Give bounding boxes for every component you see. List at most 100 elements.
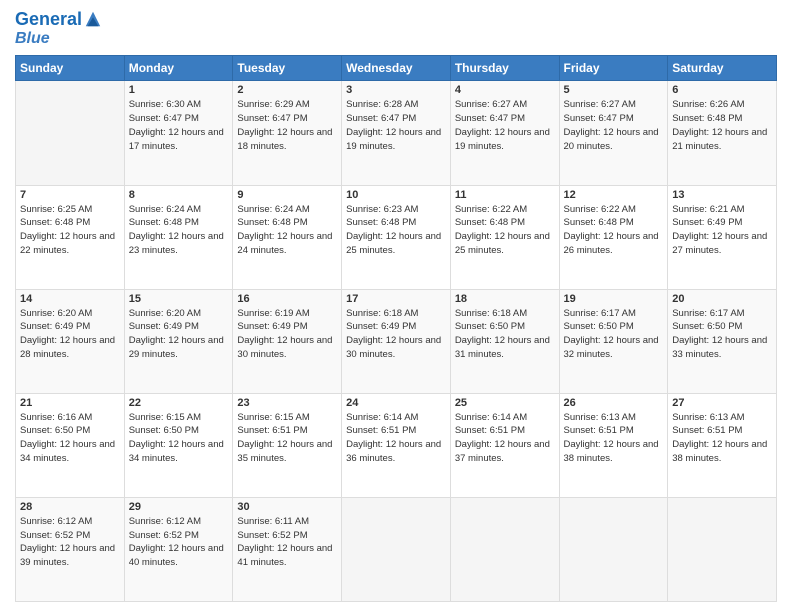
day-info: Sunrise: 6:17 AM Sunset: 6:50 PM Dayligh… [564, 307, 664, 362]
day-info: Sunrise: 6:16 AM Sunset: 6:50 PM Dayligh… [20, 411, 120, 466]
daylight-text: Daylight: 12 hours and 39 minutes. [20, 543, 115, 568]
sunrise-text: Sunrise: 6:20 AM [129, 308, 201, 319]
sunset-text: Sunset: 6:50 PM [455, 321, 525, 332]
calendar-cell: 30 Sunrise: 6:11 AM Sunset: 6:52 PM Dayl… [233, 497, 342, 601]
page: General Blue SundayMondayTuesdayWednesda… [0, 0, 792, 612]
day-number: 13 [672, 189, 772, 201]
calendar-cell: 23 Sunrise: 6:15 AM Sunset: 6:51 PM Dayl… [233, 393, 342, 497]
day-number: 3 [346, 84, 446, 96]
sunset-text: Sunset: 6:47 PM [455, 113, 525, 124]
sunset-text: Sunset: 6:52 PM [129, 530, 199, 541]
calendar-cell [16, 81, 125, 185]
sunset-text: Sunset: 6:51 PM [672, 425, 742, 436]
weekday-header-tuesday: Tuesday [233, 56, 342, 81]
day-info: Sunrise: 6:12 AM Sunset: 6:52 PM Dayligh… [129, 515, 229, 570]
sunrise-text: Sunrise: 6:12 AM [129, 516, 201, 527]
calendar-cell: 20 Sunrise: 6:17 AM Sunset: 6:50 PM Dayl… [668, 289, 777, 393]
sunset-text: Sunset: 6:50 PM [129, 425, 199, 436]
weekday-header-friday: Friday [559, 56, 668, 81]
daylight-text: Daylight: 12 hours and 32 minutes. [564, 335, 659, 360]
daylight-text: Daylight: 12 hours and 33 minutes. [672, 335, 767, 360]
sunrise-text: Sunrise: 6:15 AM [237, 412, 309, 423]
day-number: 17 [346, 293, 446, 305]
header: General Blue [15, 10, 777, 47]
sunset-text: Sunset: 6:48 PM [564, 217, 634, 228]
sunset-text: Sunset: 6:50 PM [20, 425, 90, 436]
day-number: 5 [564, 84, 664, 96]
sunset-text: Sunset: 6:51 PM [564, 425, 634, 436]
calendar-cell: 3 Sunrise: 6:28 AM Sunset: 6:47 PM Dayli… [342, 81, 451, 185]
logo: General Blue [15, 10, 102, 47]
sunset-text: Sunset: 6:49 PM [129, 321, 199, 332]
sunset-text: Sunset: 6:48 PM [455, 217, 525, 228]
sunrise-text: Sunrise: 6:30 AM [129, 99, 201, 110]
daylight-text: Daylight: 12 hours and 34 minutes. [20, 439, 115, 464]
sunrise-text: Sunrise: 6:13 AM [564, 412, 636, 423]
day-number: 16 [237, 293, 337, 305]
day-number: 25 [455, 397, 555, 409]
calendar-cell: 26 Sunrise: 6:13 AM Sunset: 6:51 PM Dayl… [559, 393, 668, 497]
sunrise-text: Sunrise: 6:16 AM [20, 412, 92, 423]
sunrise-text: Sunrise: 6:15 AM [129, 412, 201, 423]
sunset-text: Sunset: 6:51 PM [237, 425, 307, 436]
day-info: Sunrise: 6:13 AM Sunset: 6:51 PM Dayligh… [564, 411, 664, 466]
sunrise-text: Sunrise: 6:22 AM [564, 204, 636, 215]
sunset-text: Sunset: 6:50 PM [672, 321, 742, 332]
day-number: 27 [672, 397, 772, 409]
sunset-text: Sunset: 6:52 PM [20, 530, 90, 541]
daylight-text: Daylight: 12 hours and 20 minutes. [564, 127, 659, 152]
sunrise-text: Sunrise: 6:27 AM [564, 99, 636, 110]
sunset-text: Sunset: 6:47 PM [346, 113, 416, 124]
day-info: Sunrise: 6:23 AM Sunset: 6:48 PM Dayligh… [346, 203, 446, 258]
calendar-cell: 10 Sunrise: 6:23 AM Sunset: 6:48 PM Dayl… [342, 185, 451, 289]
calendar-cell: 6 Sunrise: 6:26 AM Sunset: 6:48 PM Dayli… [668, 81, 777, 185]
day-number: 4 [455, 84, 555, 96]
calendar-cell: 4 Sunrise: 6:27 AM Sunset: 6:47 PM Dayli… [450, 81, 559, 185]
sunrise-text: Sunrise: 6:25 AM [20, 204, 92, 215]
daylight-text: Daylight: 12 hours and 24 minutes. [237, 231, 332, 256]
day-number: 26 [564, 397, 664, 409]
calendar-cell: 5 Sunrise: 6:27 AM Sunset: 6:47 PM Dayli… [559, 81, 668, 185]
sunrise-text: Sunrise: 6:18 AM [346, 308, 418, 319]
weekday-header-saturday: Saturday [668, 56, 777, 81]
daylight-text: Daylight: 12 hours and 29 minutes. [129, 335, 224, 360]
day-info: Sunrise: 6:14 AM Sunset: 6:51 PM Dayligh… [346, 411, 446, 466]
calendar-cell: 15 Sunrise: 6:20 AM Sunset: 6:49 PM Dayl… [124, 289, 233, 393]
calendar-cell: 1 Sunrise: 6:30 AM Sunset: 6:47 PM Dayli… [124, 81, 233, 185]
day-number: 2 [237, 84, 337, 96]
daylight-text: Daylight: 12 hours and 41 minutes. [237, 543, 332, 568]
calendar-cell: 21 Sunrise: 6:16 AM Sunset: 6:50 PM Dayl… [16, 393, 125, 497]
sunset-text: Sunset: 6:47 PM [564, 113, 634, 124]
day-info: Sunrise: 6:20 AM Sunset: 6:49 PM Dayligh… [20, 307, 120, 362]
sunrise-text: Sunrise: 6:29 AM [237, 99, 309, 110]
weekday-header-monday: Monday [124, 56, 233, 81]
day-info: Sunrise: 6:25 AM Sunset: 6:48 PM Dayligh… [20, 203, 120, 258]
sunset-text: Sunset: 6:49 PM [672, 217, 742, 228]
week-row-2: 7 Sunrise: 6:25 AM Sunset: 6:48 PM Dayli… [16, 185, 777, 289]
calendar-cell: 24 Sunrise: 6:14 AM Sunset: 6:51 PM Dayl… [342, 393, 451, 497]
day-number: 11 [455, 189, 555, 201]
sunrise-text: Sunrise: 6:28 AM [346, 99, 418, 110]
sunrise-text: Sunrise: 6:17 AM [564, 308, 636, 319]
sunrise-text: Sunrise: 6:21 AM [672, 204, 744, 215]
day-info: Sunrise: 6:27 AM Sunset: 6:47 PM Dayligh… [455, 98, 555, 153]
day-info: Sunrise: 6:26 AM Sunset: 6:48 PM Dayligh… [672, 98, 772, 153]
daylight-text: Daylight: 12 hours and 19 minutes. [346, 127, 441, 152]
sunrise-text: Sunrise: 6:24 AM [237, 204, 309, 215]
sunset-text: Sunset: 6:48 PM [672, 113, 742, 124]
daylight-text: Daylight: 12 hours and 30 minutes. [346, 335, 441, 360]
sunset-text: Sunset: 6:48 PM [129, 217, 199, 228]
weekday-header-wednesday: Wednesday [342, 56, 451, 81]
daylight-text: Daylight: 12 hours and 38 minutes. [672, 439, 767, 464]
calendar-cell: 17 Sunrise: 6:18 AM Sunset: 6:49 PM Dayl… [342, 289, 451, 393]
day-info: Sunrise: 6:11 AM Sunset: 6:52 PM Dayligh… [237, 515, 337, 570]
calendar-cell: 19 Sunrise: 6:17 AM Sunset: 6:50 PM Dayl… [559, 289, 668, 393]
day-info: Sunrise: 6:14 AM Sunset: 6:51 PM Dayligh… [455, 411, 555, 466]
sunset-text: Sunset: 6:48 PM [346, 217, 416, 228]
day-number: 30 [237, 501, 337, 513]
day-number: 1 [129, 84, 229, 96]
sunrise-text: Sunrise: 6:22 AM [455, 204, 527, 215]
calendar-cell [342, 497, 451, 601]
sunrise-text: Sunrise: 6:14 AM [346, 412, 418, 423]
daylight-text: Daylight: 12 hours and 25 minutes. [346, 231, 441, 256]
